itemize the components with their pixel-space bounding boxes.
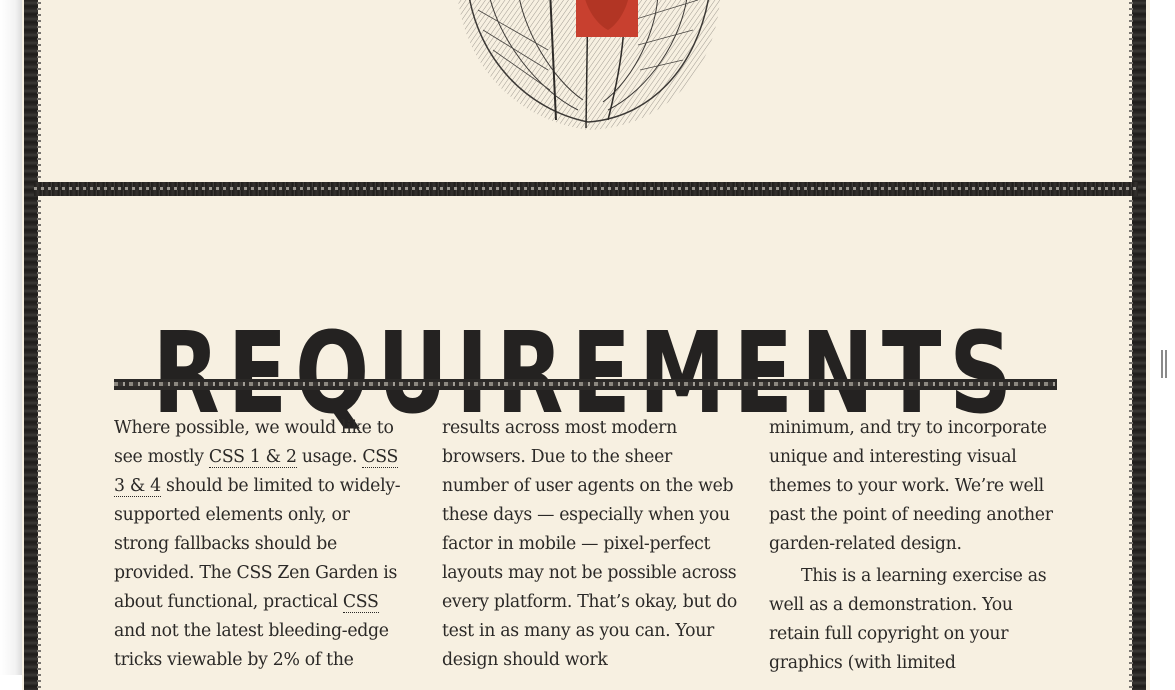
- page-border-right: [1129, 0, 1146, 690]
- page-panel: REQUIREMENTS Where possible, we would li…: [22, 0, 1150, 690]
- requirements-paragraph-1-continued: results across most modern browsers. Due…: [442, 418, 737, 670]
- anatomical-heart-illustration: [458, 0, 720, 130]
- page-border-left: [24, 0, 41, 690]
- text-column-3: minimum, and try to incorporate unique a…: [769, 414, 1064, 678]
- abbr-css: CSS: [342, 592, 379, 613]
- window-edge-shadow: [0, 0, 22, 675]
- text-column-1: Where possible, we would like to see mos…: [114, 414, 409, 675]
- requirements-paragraph-1-end: minimum, and try to incorporate unique a…: [769, 418, 1053, 554]
- scrollbar-grip-icon[interactable]: [1160, 350, 1168, 378]
- section-heading: REQUIREMENTS: [152, 308, 1020, 439]
- requirements-paragraph-1: Where possible, we would like to see mos…: [114, 414, 409, 675]
- text-run: usage.: [296, 447, 363, 467]
- text-run: and not the latest bleeding-edge tricks …: [114, 621, 389, 670]
- heading-rule: [114, 379, 1057, 390]
- abbr-css-1-2: CSS 1 & 2: [208, 447, 297, 468]
- section-divider-band: [34, 182, 1138, 196]
- text-column-2: results across most modern browsers. Due…: [442, 414, 737, 675]
- requirements-paragraph-2: This is a learning exercise as well as a…: [769, 566, 1047, 673]
